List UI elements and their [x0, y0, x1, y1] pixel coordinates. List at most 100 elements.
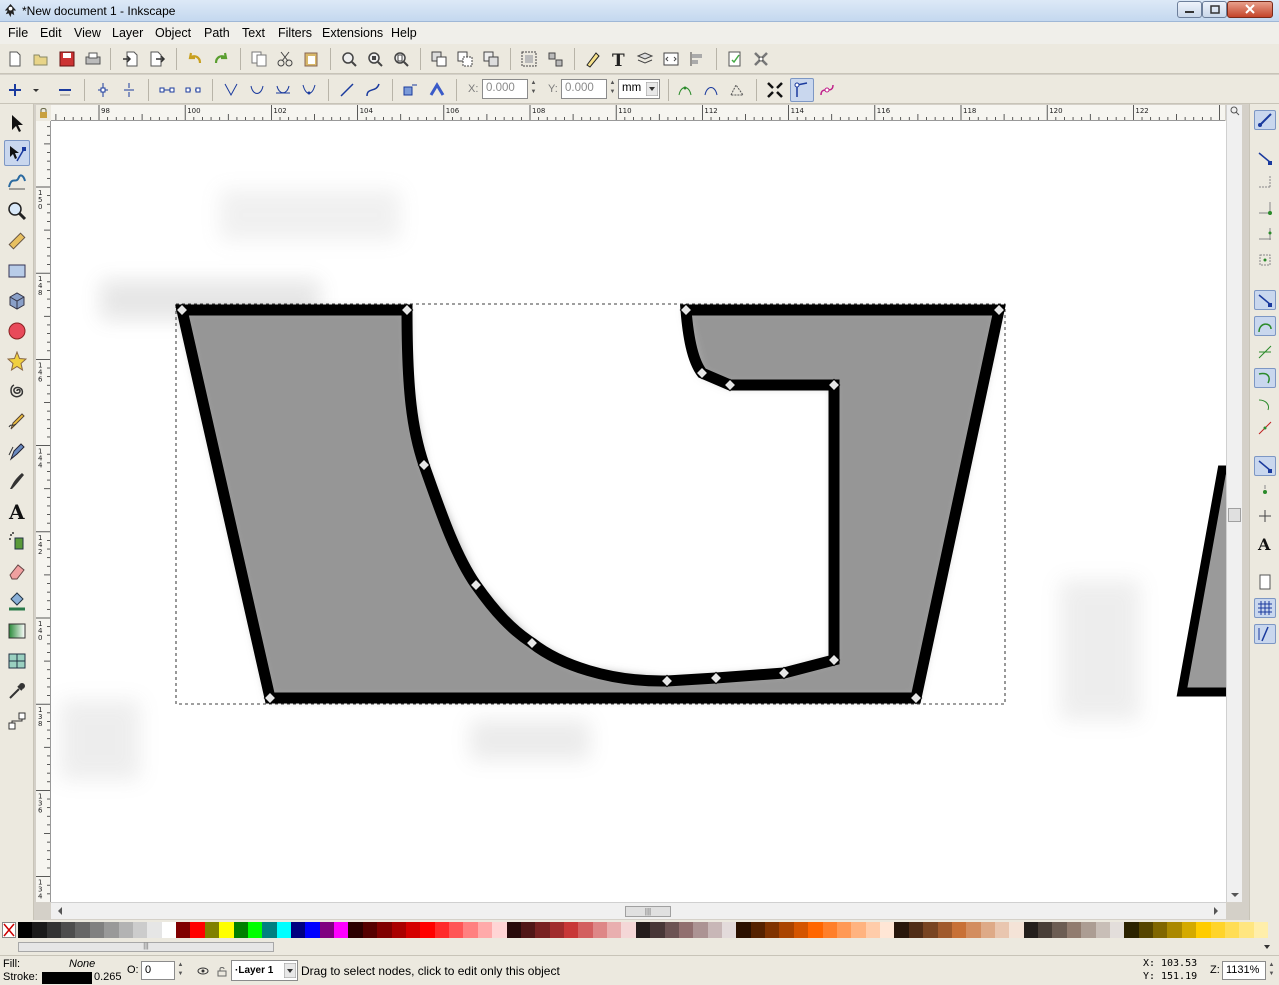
join-nodes-icon[interactable] — [94, 81, 112, 99]
pencil-tool[interactable] — [4, 408, 30, 434]
color-swatch[interactable] — [664, 922, 680, 938]
zoom-spin-arrows[interactable]: ▲ ▼ — [1267, 961, 1276, 981]
measure-tool[interactable] — [4, 228, 30, 254]
unit-select[interactable]: mm — [618, 79, 660, 99]
color-swatch[interactable] — [247, 922, 263, 938]
color-swatch[interactable] — [951, 922, 967, 938]
ellipse-tool[interactable] — [4, 318, 30, 344]
color-swatch[interactable] — [104, 922, 120, 938]
node-auto-smooth-icon[interactable] — [300, 81, 318, 99]
menu-edit[interactable]: Edit — [40, 26, 62, 40]
preferences-icon[interactable] — [752, 50, 770, 68]
color-swatch[interactable] — [607, 922, 622, 938]
color-swatch[interactable] — [836, 922, 852, 938]
next-letter-shape[interactable] — [1176, 465, 1226, 697]
color-swatch[interactable] — [894, 922, 910, 938]
clone-icon[interactable] — [456, 50, 474, 68]
color-swatch[interactable] — [463, 922, 479, 938]
transform-handles-icon[interactable] — [766, 81, 784, 99]
vertical-ruler[interactable]: 150148146144142140138136134 — [36, 121, 51, 902]
color-swatch[interactable] — [549, 922, 565, 938]
color-swatch[interactable] — [46, 922, 62, 938]
object-to-path-icon[interactable] — [402, 81, 420, 99]
node-symmetric-icon[interactable] — [274, 81, 292, 99]
palette-scrollbar[interactable]: ||| — [0, 939, 1279, 955]
cut-icon[interactable] — [276, 50, 294, 68]
align-distribute-icon[interactable] — [688, 50, 706, 68]
menu-path[interactable]: Path — [204, 26, 230, 40]
restore-button[interactable] — [1202, 1, 1227, 18]
show-outline-icon[interactable] — [702, 81, 720, 99]
export-icon[interactable] — [148, 50, 166, 68]
color-swatch[interactable] — [750, 922, 766, 938]
node-cusp-icon[interactable] — [222, 81, 240, 99]
y-coordinate-input[interactable]: 0.000 — [561, 79, 607, 99]
color-swatch[interactable] — [377, 922, 393, 938]
opacity-spin-arrows[interactable]: ▲ ▼ — [176, 961, 185, 981]
color-swatch[interactable] — [449, 922, 464, 938]
color-swatch[interactable] — [1124, 922, 1140, 938]
zoom-selection-icon[interactable] — [340, 50, 358, 68]
insert-node-icon[interactable] — [6, 81, 24, 99]
color-swatch[interactable] — [262, 922, 278, 938]
color-swatch[interactable] — [865, 922, 881, 938]
snap-guides-button[interactable] — [1254, 624, 1276, 644]
import-icon[interactable] — [122, 50, 140, 68]
node-tool[interactable] — [4, 140, 30, 166]
color-swatch[interactable] — [1095, 922, 1111, 938]
scroll-left-arrow-icon[interactable] — [55, 906, 65, 916]
menu-object[interactable]: Object — [155, 26, 191, 40]
snap-bbox-edges-button[interactable] — [1254, 172, 1276, 192]
horizontal-scrollbar[interactable]: ||| — [51, 902, 1226, 919]
color-swatch[interactable] — [219, 922, 234, 938]
join-segment-icon[interactable] — [158, 81, 176, 99]
redo-icon[interactable] — [212, 50, 230, 68]
text-tool[interactable]: A — [4, 498, 30, 524]
palette-menu-icon[interactable] — [1262, 942, 1272, 952]
tweak-tool[interactable] — [4, 168, 30, 194]
ungroup-icon[interactable] — [546, 50, 564, 68]
color-swatch[interactable] — [1138, 922, 1154, 938]
connector-tool[interactable] — [4, 708, 30, 734]
color-swatch[interactable] — [722, 922, 737, 938]
x-coordinate-input[interactable]: 0.000 — [482, 79, 528, 99]
color-swatch[interactable] — [362, 922, 378, 938]
color-swatch[interactable] — [477, 922, 493, 938]
scroll-down-arrow-icon[interactable] — [1230, 890, 1240, 900]
color-swatch[interactable] — [1253, 922, 1269, 938]
vertical-scroll-thumb[interactable] — [1228, 508, 1241, 522]
menu-help[interactable]: Help — [391, 26, 417, 40]
color-swatch[interactable] — [1009, 922, 1025, 938]
color-swatch[interactable] — [89, 922, 105, 938]
xml-editor-icon[interactable] — [662, 50, 680, 68]
gradient-tool[interactable] — [4, 618, 30, 644]
color-swatch[interactable] — [923, 922, 939, 938]
minimize-button[interactable] — [1177, 1, 1202, 18]
color-swatch[interactable] — [592, 922, 608, 938]
paint-bucket-tool[interactable] — [4, 588, 30, 614]
color-swatch[interactable] — [937, 922, 953, 938]
snap-rotation-centers-button[interactable] — [1254, 506, 1276, 526]
snap-enable-button[interactable] — [1254, 110, 1276, 130]
show-handles-icon[interactable] — [676, 81, 694, 99]
color-swatch[interactable] — [678, 922, 694, 938]
break-path-icon[interactable] — [120, 81, 138, 99]
snap-nodes-button[interactable] — [1254, 290, 1276, 310]
color-swatch[interactable] — [334, 922, 349, 938]
color-swatch[interactable] — [635, 922, 651, 938]
selected-path[interactable] — [175, 304, 1006, 704]
snap-bbox-centers-button[interactable] — [1254, 250, 1276, 270]
color-swatch[interactable] — [276, 922, 292, 938]
menu-extensions[interactable]: Extensions — [322, 26, 383, 40]
group-icon[interactable] — [520, 50, 538, 68]
color-swatch[interactable] — [305, 922, 321, 938]
snap-smooth-nodes-button[interactable] — [1254, 394, 1276, 414]
color-swatch[interactable] — [793, 922, 809, 938]
color-swatch[interactable] — [18, 922, 33, 938]
color-swatch[interactable] — [290, 922, 306, 938]
zoom-drawing-icon[interactable] — [366, 50, 384, 68]
snap-text-baseline-button[interactable]: A — [1254, 534, 1276, 554]
palette-scroll-thumb[interactable]: ||| — [18, 942, 274, 952]
snap-object-centers-button[interactable] — [1254, 482, 1276, 502]
horizontal-ruler[interactable]: 98 100 102 104 106 108 110 112 114 116 118 120 122 — [51, 105, 1225, 121]
